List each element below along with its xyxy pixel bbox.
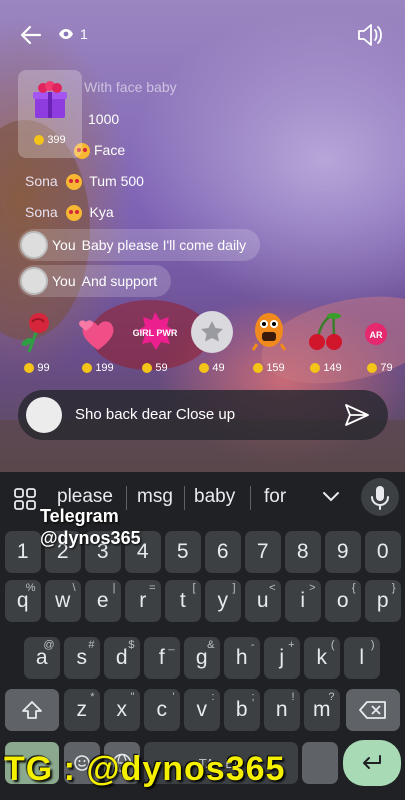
key-v[interactable]: v: [184,689,220,731]
coin-icon [82,363,93,374]
avatar [26,397,62,433]
star-eyes-emoji-icon [65,205,82,222]
apps-grid-icon[interactable] [14,488,36,510]
coin-icon [199,363,210,374]
key-z[interactable]: z * [64,689,100,731]
gift-girl-power[interactable]: GIRL PWR 59 [130,310,180,374]
avatar [20,267,48,295]
key-1[interactable]: 1 [5,531,41,573]
key-f[interactable]: f _ [144,637,180,679]
top-gift-price: 399 [18,134,82,146]
hearts-icon [79,320,114,350]
suggestion-word[interactable]: baby [194,486,235,508]
period-key[interactable] [302,742,338,784]
key-j[interactable]: j + [264,637,300,679]
shift-key[interactable] [5,689,59,731]
svg-text:GIRL PWR: GIRL PWR [133,328,177,338]
key-a[interactable]: a @ [24,637,60,679]
key-o[interactable]: o{ [325,580,361,622]
chat-message: Sona Tum 500 [25,173,144,191]
key-u[interactable]: u < [245,580,281,622]
mic-button[interactable] [361,478,399,516]
mic-icon [371,486,389,510]
suggestion-word[interactable]: msg [137,486,173,508]
key-6[interactable]: 6 [205,531,241,573]
live-video: 1 With face baby 1000 Face Sona Tum 500 … [0,0,405,472]
coin-icon [24,363,35,374]
key-e[interactable]: e | [85,580,121,622]
shift-icon [22,701,42,719]
key-p[interactable]: p} [365,580,401,622]
gift-rose[interactable]: 99 [12,310,62,374]
message-composer[interactable]: Sho back dear Close up [18,390,388,440]
chat-message: Sona Kya [25,204,114,222]
key-k[interactable]: k( [304,637,340,679]
watermark-telegram: Telegram @dynos365 [40,506,141,548]
divider [184,486,185,510]
divider [250,486,251,510]
star-icon [191,311,233,353]
gift-monster[interactable]: 159 [244,310,294,374]
key-s[interactable]: s # [64,637,100,679]
gift-ar[interactable]: AR 79 [355,310,405,374]
backspace-icon [359,701,386,719]
avatar [20,231,48,259]
key-r[interactable]: r = [125,580,161,622]
key-7[interactable]: 7 [245,531,281,573]
svg-text:AR: AR [370,330,383,340]
my-chat-message: You And support [18,265,172,297]
chevron-down-icon[interactable] [322,490,340,504]
message-input[interactable]: Sho back dear Close up [75,406,235,423]
key-9[interactable]: 9 [325,531,361,573]
key-t[interactable]: t[ [165,580,201,622]
star-eyes-emoji-icon [65,174,82,191]
my-chat-message: You Baby please I'll come daily [18,229,261,261]
key-b[interactable]: b; [224,689,260,731]
key-x[interactable]: x " [104,689,140,731]
key-g[interactable]: g & [184,637,220,679]
gift-bar: 99 199 GIRL PWR 59 49 159 149 AR 79 [0,310,405,376]
monster-icon [251,313,287,351]
cherry-icon [309,312,342,350]
watermark-tg: TG : @dynos365 [4,750,286,788]
key-0[interactable]: 0 [365,531,401,573]
coin-icon [367,363,378,374]
key-m[interactable]: m? [304,689,340,731]
key-l[interactable]: l) [344,637,380,679]
key-5[interactable]: 5 [165,531,201,573]
gift-star[interactable]: 49 [187,310,237,374]
chat-message: With face baby [84,79,177,95]
backspace-key[interactable] [346,689,400,731]
key-n[interactable]: n! [264,689,300,731]
gift-cherry[interactable]: 149 [301,310,351,374]
coin-icon [34,135,45,146]
key-q[interactable]: q% [5,580,41,622]
key-h[interactable]: h- [224,637,260,679]
key-w[interactable]: w \ [45,580,81,622]
enter-icon [363,755,381,769]
key-c[interactable]: c ' [144,689,180,731]
send-icon[interactable] [344,403,370,427]
gift-hearts[interactable]: 199 [73,310,123,374]
enter-key[interactable] [343,740,401,786]
chat-message: 1000 [88,111,120,127]
top-gift-card[interactable]: 399 [18,70,82,158]
coin-icon [310,363,321,374]
girl-power-icon: GIRL PWR [133,312,178,350]
rose-icon [21,313,49,353]
key-y[interactable]: y] [205,580,241,622]
key-d[interactable]: d $ [104,637,140,679]
key-8[interactable]: 8 [285,531,321,573]
key-i[interactable]: i > [285,580,321,622]
gift-box-icon [33,81,67,118]
suggestion-word[interactable]: for [264,486,286,508]
ar-icon: AR [365,323,387,345]
coin-icon [142,363,153,374]
coin-icon [253,363,264,374]
